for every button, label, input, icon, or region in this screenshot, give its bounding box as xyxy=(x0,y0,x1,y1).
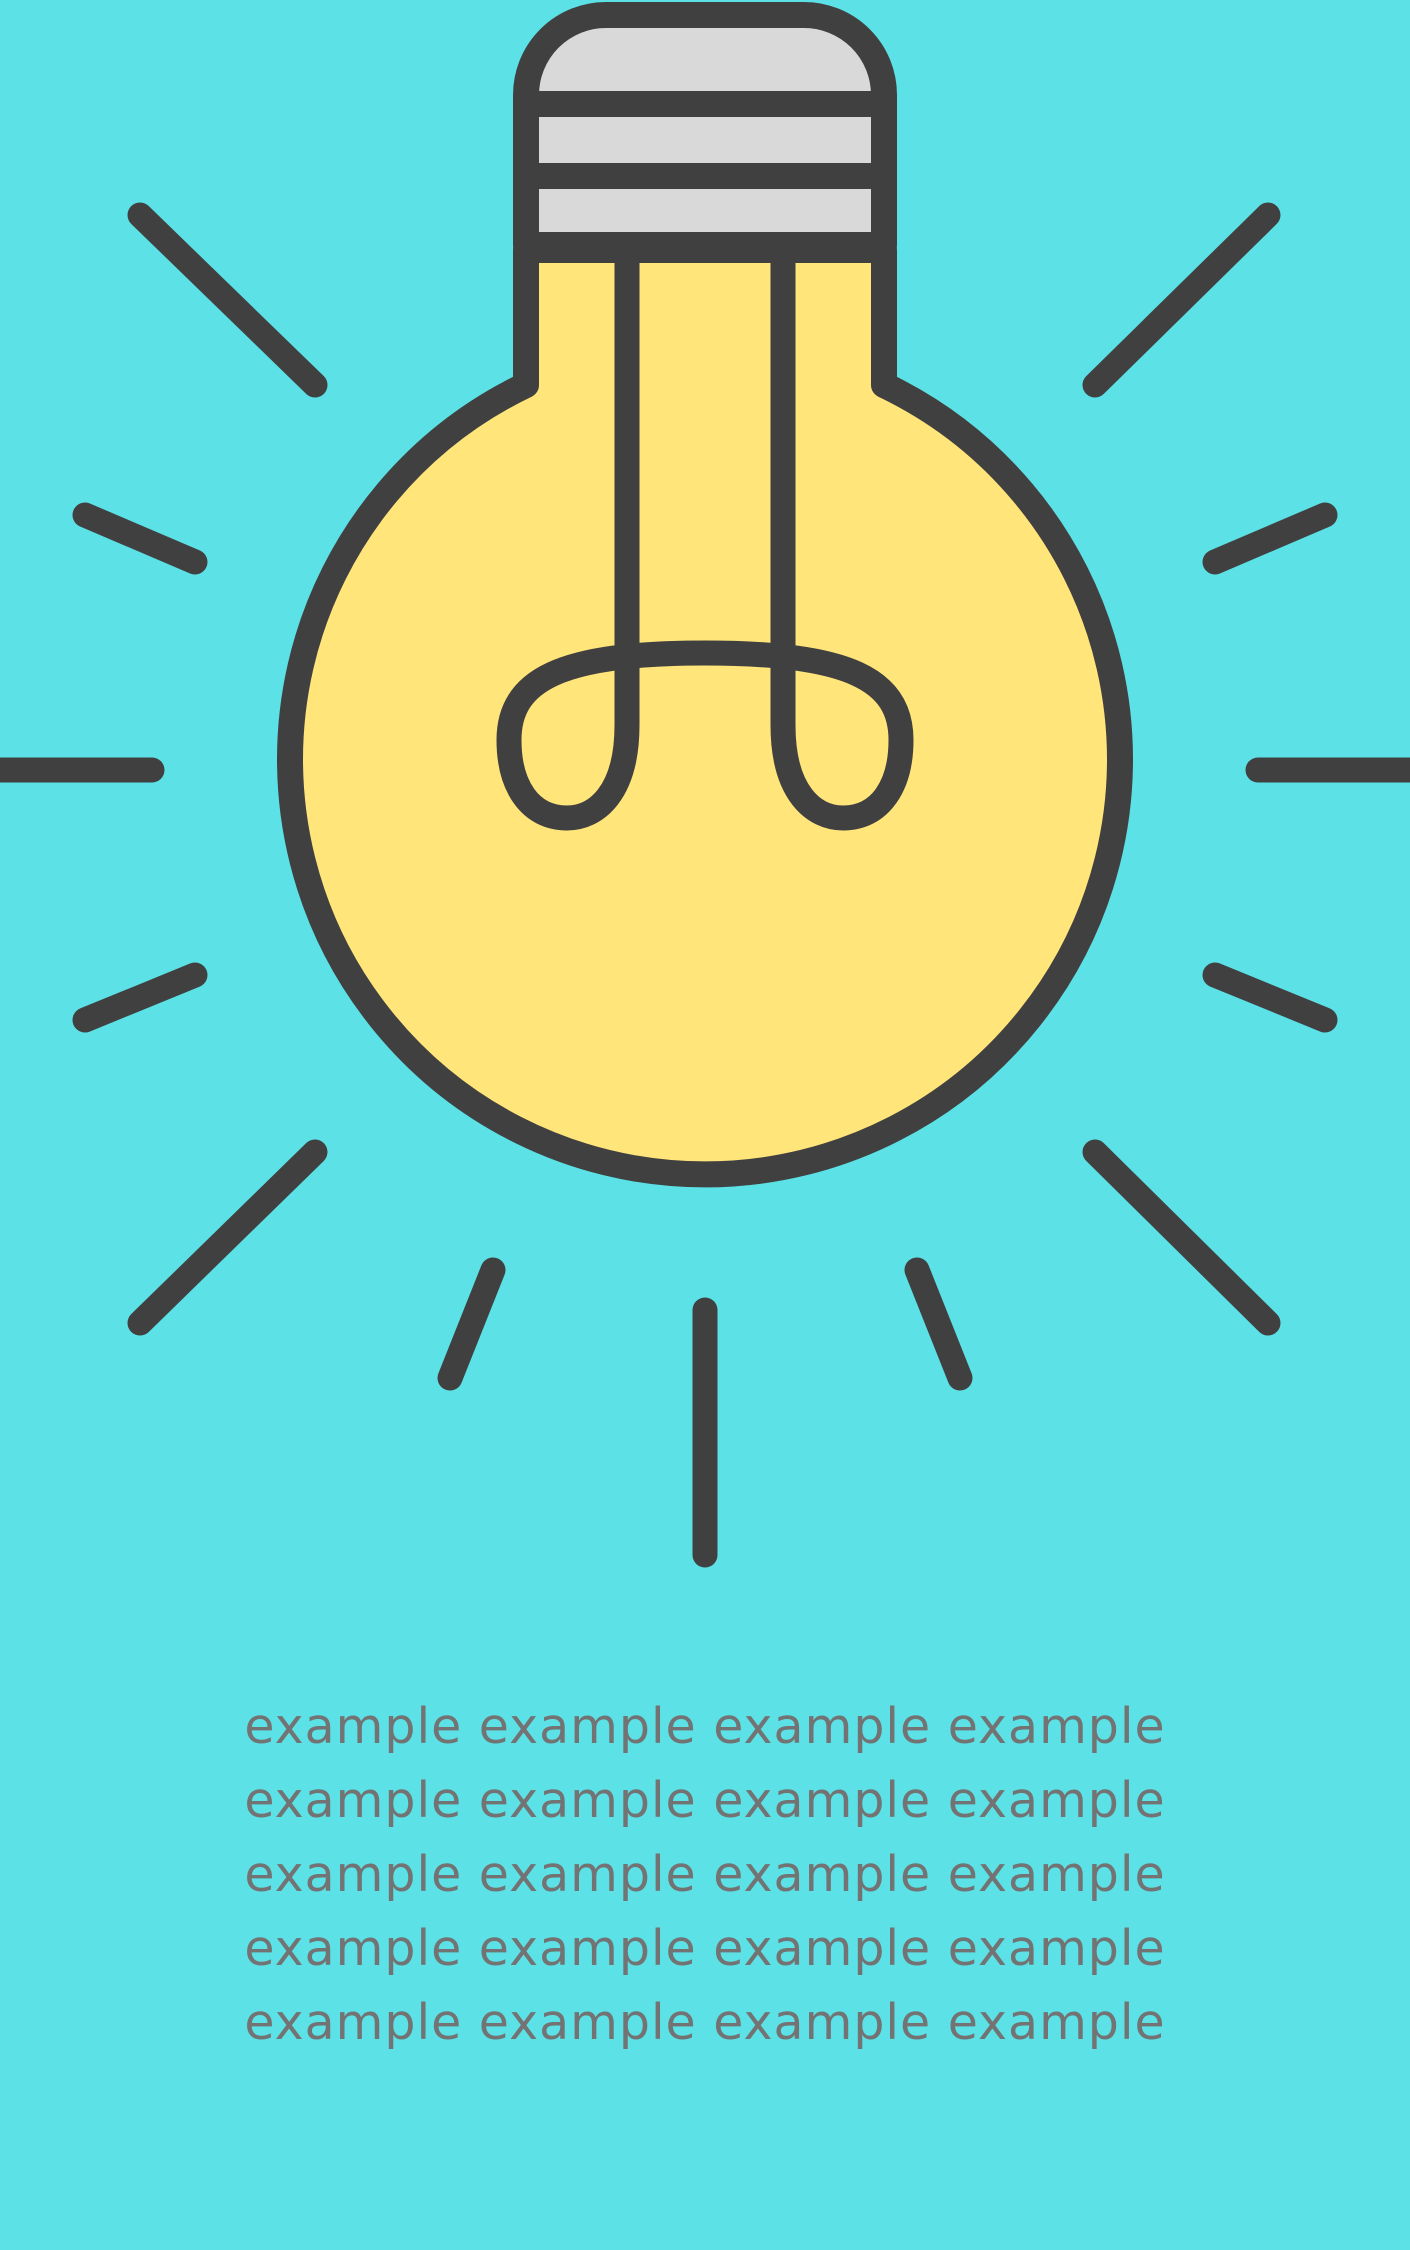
body-text-line: example example example example xyxy=(244,1994,1166,2051)
ray-upper-left xyxy=(127,202,328,398)
bulb-cap-outline xyxy=(513,2,897,258)
ray-mid-lower-left xyxy=(72,962,208,1033)
ray-bottom-left xyxy=(437,1257,506,1391)
lightbulb-illustration xyxy=(0,2,1410,1568)
body-text-line: example example example example xyxy=(244,1846,1166,1903)
ray-bottom-right xyxy=(904,1257,973,1391)
ray-mid-upper-right xyxy=(1202,502,1338,575)
body-text-line: example example example example xyxy=(244,1772,1166,1829)
ray-mid-lower-right xyxy=(1202,962,1338,1033)
body-text: example example example example example … xyxy=(0,1690,1410,2060)
body-text-line: example example example example xyxy=(244,1698,1166,1755)
ray-lower-left xyxy=(127,1139,328,1336)
bulb-cap xyxy=(513,2,897,258)
poster-background: example example example example example … xyxy=(0,0,1410,2250)
ray-upper-right xyxy=(1082,202,1281,398)
ray-lower-right xyxy=(1082,1139,1281,1336)
ray-mid-upper-left xyxy=(72,502,208,575)
body-text-line: example example example example xyxy=(244,1920,1166,1977)
bulb-glass xyxy=(277,237,1133,1188)
